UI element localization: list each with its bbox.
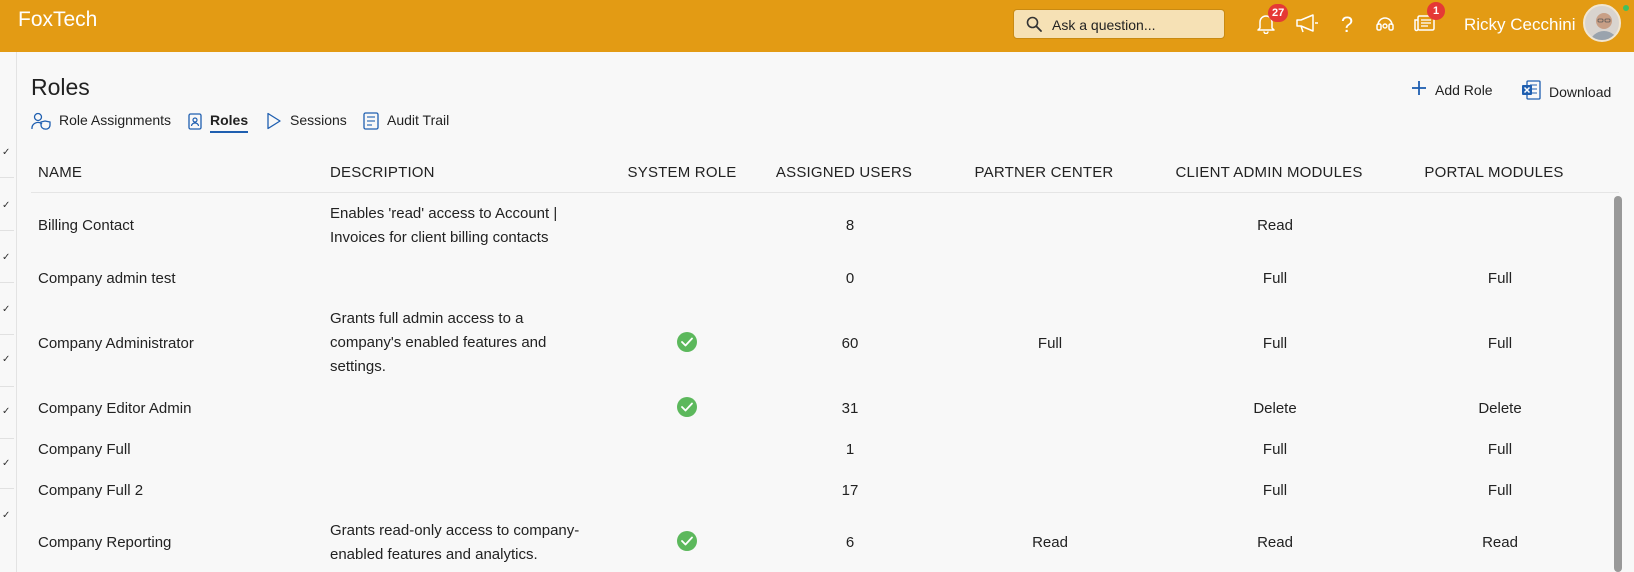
divider [0, 438, 14, 439]
assigned-users: 60 [841, 335, 859, 352]
role-name[interactable]: Company Editor Admin [38, 397, 191, 421]
divider [0, 334, 14, 335]
role-name[interactable]: Company Full [38, 438, 131, 462]
download-label: Download [1549, 83, 1612, 100]
assigned-users: 0 [845, 270, 855, 287]
chevron-down-icon[interactable]: ✓ [2, 354, 10, 365]
add-role-label: Add Role [1435, 81, 1493, 98]
tab-role-assignments[interactable]: Role Assignments [31, 112, 171, 138]
column-header-assigned-users[interactable]: ASSIGNED USERS [776, 164, 912, 181]
portal-modules: Full [1487, 441, 1513, 458]
portal-modules: Delete [1478, 400, 1522, 417]
presence-indicator [1621, 3, 1631, 13]
header-divider [31, 192, 1619, 193]
user-shield-icon [31, 112, 51, 133]
user-name[interactable]: Ricky Cecchini [1464, 15, 1575, 35]
chevron-down-icon[interactable]: ✓ [2, 200, 10, 211]
divider [0, 230, 14, 231]
inbox-badge: 1 [1427, 2, 1445, 20]
chevron-down-icon[interactable]: ✓ [2, 252, 10, 263]
role-name[interactable]: Company Reporting [38, 531, 171, 555]
brand-logo[interactable]: FoxTech [18, 8, 97, 32]
question-mark-icon: ? [1340, 12, 1354, 37]
badge-icon [188, 112, 202, 133]
divider [0, 386, 14, 387]
help-button[interactable]: ? [1333, 11, 1361, 39]
client-admin-modules: Read [1257, 534, 1293, 551]
client-admin-modules: Delete [1253, 400, 1297, 417]
megaphone-icon [1295, 12, 1319, 39]
headset-icon [1374, 12, 1396, 39]
system-role-check-icon [677, 332, 697, 352]
assigned-users: 8 [845, 217, 855, 234]
role-name[interactable]: Billing Contact [38, 214, 134, 238]
client-admin-modules: Full [1262, 335, 1288, 352]
system-role-check-icon [677, 397, 697, 417]
client-admin-modules: Full [1262, 441, 1288, 458]
chevron-down-icon[interactable]: ✓ [2, 304, 10, 315]
column-header-name[interactable]: NAME [38, 164, 82, 181]
tab-label: Role Assignments [59, 112, 172, 128]
divider [0, 488, 14, 489]
portal-modules: Full [1487, 270, 1513, 287]
log-icon [363, 112, 379, 133]
search-placeholder: Ask a question... [1052, 17, 1156, 33]
role-name[interactable]: Company Full 2 [38, 479, 143, 503]
plus-icon [1411, 80, 1427, 99]
chevron-down-icon[interactable]: ✓ [2, 147, 10, 158]
tab-label: Sessions [290, 112, 347, 128]
add-role-button[interactable]: Add Role [1411, 80, 1493, 99]
portal-modules: Read [1482, 534, 1518, 551]
vertical-scrollbar[interactable] [1614, 196, 1622, 572]
role-name[interactable]: Company Administrator [38, 332, 194, 356]
notifications-badge: 27 [1268, 4, 1289, 22]
tab-label: Roles [210, 112, 249, 133]
search-icon [1026, 16, 1042, 37]
assigned-users: 17 [841, 482, 859, 499]
assigned-users: 31 [841, 400, 859, 417]
tab-audit-trail[interactable]: Audit Trail [363, 112, 449, 138]
chevron-down-icon[interactable]: ✓ [2, 406, 10, 417]
ask-search-box[interactable]: Ask a question... [1013, 9, 1225, 39]
portal-modules: Full [1487, 482, 1513, 499]
column-header-client-admin-modules[interactable]: CLIENT ADMIN MODULES [1175, 164, 1362, 181]
tab-roles[interactable]: Roles [188, 112, 249, 138]
partner-center: Full [1037, 335, 1063, 352]
tab-label: Audit Trail [387, 112, 450, 128]
system-role-check-icon [677, 531, 697, 551]
tab-sessions[interactable]: Sessions [266, 112, 347, 138]
portal-modules: Full [1487, 335, 1513, 352]
assigned-users: 1 [845, 441, 855, 458]
chevron-down-icon[interactable]: ✓ [2, 458, 10, 469]
download-button[interactable]: Download [1521, 80, 1611, 103]
page-title: Roles [31, 74, 90, 100]
divider [0, 282, 14, 283]
excel-icon [1521, 80, 1541, 103]
column-header-partner-center[interactable]: PARTNER CENTER [975, 164, 1114, 181]
divider [0, 177, 14, 178]
assigned-users: 6 [845, 534, 855, 551]
partner-center: Read [1032, 534, 1068, 551]
announcements-button[interactable] [1293, 11, 1321, 39]
column-header-description[interactable]: DESCRIPTION [330, 164, 435, 181]
chevron-down-icon[interactable]: ✓ [2, 510, 10, 521]
role-description: Enables 'read' access to Account | Invoi… [330, 205, 558, 246]
column-header-portal-modules[interactable]: PORTAL MODULES [1424, 164, 1563, 181]
user-avatar[interactable] [1583, 4, 1621, 42]
play-icon [266, 112, 282, 133]
column-header-system-role[interactable]: SYSTEM ROLE [628, 164, 737, 181]
support-button[interactable] [1371, 11, 1399, 39]
top-bar: FoxTech Ask a question... 27 ? 1 Ricky C… [0, 0, 1634, 52]
client-admin-modules: Read [1257, 217, 1293, 234]
role-description: Grants read-only access to company-enabl… [330, 522, 580, 563]
role-description: Grants full admin access to a company's … [330, 310, 547, 375]
client-admin-modules: Full [1262, 270, 1288, 287]
left-rail: ✓ ✓ ✓ ✓ ✓ ✓ ✓ ✓ [0, 52, 17, 572]
role-name[interactable]: Company admin test [38, 267, 176, 291]
client-admin-modules: Full [1262, 482, 1288, 499]
